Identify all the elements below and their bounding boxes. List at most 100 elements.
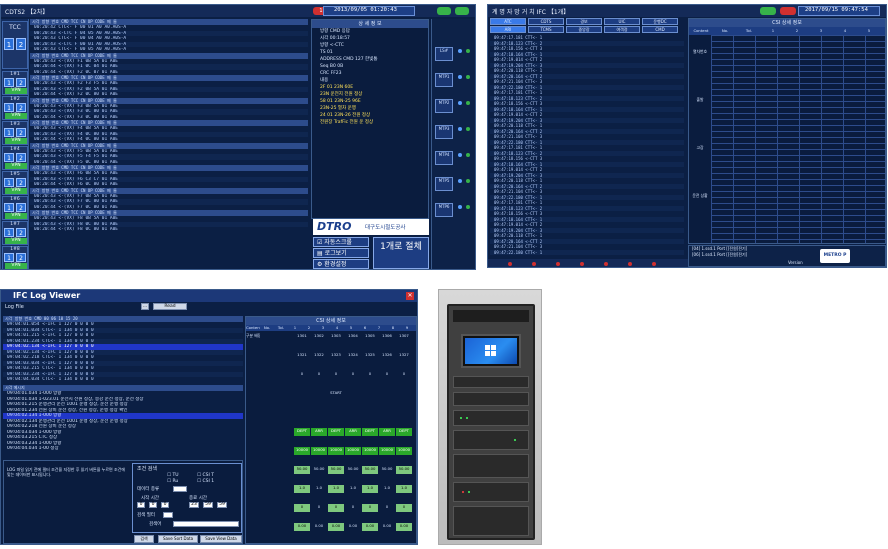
tab-2[interactable]: 경보 [566, 18, 602, 25]
station-btn-2[interactable]: 2 [16, 103, 26, 112]
csi-header-cell: Tol. [745, 28, 753, 33]
station-block: 1#1 1 2 VPN [2, 71, 28, 95]
detail-cell: 1301 [297, 333, 307, 338]
search-button[interactable]: 검색 [134, 535, 154, 543]
mtp-status-dot [458, 127, 462, 131]
chk-tu[interactable]: ☐ TU [167, 473, 179, 478]
save-sort-button[interactable]: Save Sort Data [158, 535, 198, 543]
mtp-status-dot [466, 205, 470, 209]
detail-cell: 1322 [314, 352, 324, 357]
detail-cell [260, 409, 276, 417]
station-btn-2[interactable]: 2 [16, 203, 26, 212]
version-label[interactable]: Version [785, 260, 803, 266]
station-btn-2[interactable]: 2 [16, 228, 26, 237]
mtp-button[interactable]: MTP3 [435, 125, 453, 139]
detail-cell [260, 333, 276, 341]
tab-8[interactable]: 여객정 [604, 26, 640, 33]
vpn-indicator: VPN [5, 238, 27, 244]
filter-field[interactable] [163, 512, 173, 518]
auto-scroll-button[interactable]: ☑ 자동스크롤 [313, 237, 369, 247]
station-btn-1[interactable]: 1 [4, 103, 14, 112]
detail-cell: 1.0 [349, 485, 357, 490]
mtp-button[interactable]: MTP6 [435, 203, 453, 217]
chk-ru[interactable]: ☐ Ru [167, 479, 178, 484]
station-btn-2[interactable]: 2 [16, 78, 26, 87]
station-label: 1#7 [10, 222, 20, 227]
tab-6[interactable]: TCMS [528, 26, 564, 33]
tab-7[interactable]: 중앙장 [566, 26, 602, 33]
settings-button[interactable]: ⚙ 환경설정 [313, 259, 369, 269]
search-input[interactable] [173, 521, 239, 527]
logo-subtitle: 대구도시철도공사 [365, 225, 406, 231]
station-label: 1#6 [10, 197, 20, 202]
station-btn-1[interactable]: 1 [4, 253, 14, 262]
station-btn-1[interactable]: 1 [4, 78, 14, 87]
start-minute-field[interactable]: 0 [149, 502, 157, 508]
clock-display: 2013/09/05 01:20:43 [323, 6, 415, 16]
detail-cell [277, 333, 293, 341]
list-item[interactable]: 09:47:22.180 CTT<- 1 [490, 249, 684, 255]
mtp-button[interactable]: LS# [435, 47, 453, 61]
chk-csi1[interactable]: ☐ CSI 1 [197, 479, 214, 484]
detail-cell: 1307 [399, 333, 409, 338]
detail-cell: 10000 [345, 447, 361, 455]
detail-header-cell: Tol. [277, 325, 285, 330]
station-btn-2[interactable]: 2 [16, 128, 26, 137]
tcc-btn-1[interactable]: 1 [4, 38, 14, 50]
tab-5[interactable]: ARI [490, 26, 526, 33]
station-btn-1[interactable]: 1 [4, 203, 14, 212]
detail-line: 시각 00:18:57 [320, 36, 350, 41]
detail-cell: ARR [311, 428, 327, 436]
end-minute-field[interactable]: 59 [203, 502, 213, 508]
detail-cell: 0 [351, 371, 355, 376]
detail-line: TS 01 [320, 50, 333, 55]
detail-cell [277, 523, 293, 531]
file-browse-button[interactable]: … [141, 303, 149, 310]
station-block: 1#5 1 2 VPN [2, 171, 28, 195]
log-view-button[interactable]: ▤ 로그보기 [313, 248, 369, 258]
station-btn-1[interactable]: 1 [4, 153, 14, 162]
mtp-button[interactable]: MTP2 [435, 99, 453, 113]
tab-3[interactable]: UIC [604, 18, 640, 25]
tcc-btn-2[interactable]: 2 [16, 38, 26, 50]
detail-cell: 50.00 [328, 466, 344, 474]
station-btn-1[interactable]: 1 [4, 178, 14, 187]
start-second-field[interactable]: 0 [161, 502, 169, 508]
detail-cell: 1.0 [315, 485, 323, 490]
tcc-block: TCC 1 2 [2, 21, 28, 69]
mtp-button[interactable]: MTP4 [435, 151, 453, 165]
station-btn-2[interactable]: 2 [16, 178, 26, 187]
mtp-button[interactable]: MTP5 [435, 177, 453, 191]
ifc-message-list: 09:47:17.181 CTT<- 1 09:47:18.123 CTT<- 2… [490, 35, 684, 259]
station-btn-2[interactable]: 2 [16, 253, 26, 262]
switch-all-button[interactable]: 1개로 절체 [373, 237, 429, 269]
mtp-button[interactable]: MTP1 [435, 73, 453, 87]
detail-header-cell: Content [246, 325, 260, 330]
mtp-status-dot [466, 127, 470, 131]
log-csi-detail: CSI 상세 정보 Content No. Tol. 1 2 3 4 5 6 7 8 9 구분 배정 1… [245, 316, 417, 544]
tab-0[interactable]: ATC [490, 18, 526, 25]
auto-scroll-label: 자동스크롤 [324, 239, 352, 246]
log-row[interactable]: 09:04:04.034 CTC<- 1 134 0 0 0 0 [3, 377, 243, 383]
tab-4[interactable]: 운행DC [642, 18, 678, 25]
log-csi-title: CSI 상세 정보 [246, 317, 416, 325]
tab-1[interactable]: CDTS [528, 18, 564, 25]
filter-label: 검색 필터 [137, 513, 155, 518]
end-hour-field[interactable]: 23 [189, 502, 199, 508]
end-second-field[interactable]: 59 [217, 502, 227, 508]
chk-csit[interactable]: ☐ CSI T [197, 473, 214, 478]
station-btn-1[interactable]: 1 [4, 128, 14, 137]
read-button[interactable]: Read [153, 303, 187, 310]
station-btn-1[interactable]: 1 [4, 228, 14, 237]
table-row[interactable]: 00:20:44 <-(VX) F8 0C 80 01 A0E [30, 227, 308, 233]
close-icon[interactable]: ✕ [406, 292, 414, 300]
tab-9[interactable]: CMD [642, 26, 678, 33]
rack-cabinet [447, 304, 535, 540]
data-type-field[interactable] [173, 486, 187, 492]
start-hour-field[interactable]: 0 [137, 502, 145, 508]
status-dot-1 [508, 262, 512, 266]
message-row[interactable]: 09:04:04.034 1-00 정상 [3, 446, 243, 452]
detail-cell: 1327 [399, 352, 409, 357]
save-view-button[interactable]: Save View Data [200, 535, 242, 543]
station-btn-2[interactable]: 2 [16, 153, 26, 162]
